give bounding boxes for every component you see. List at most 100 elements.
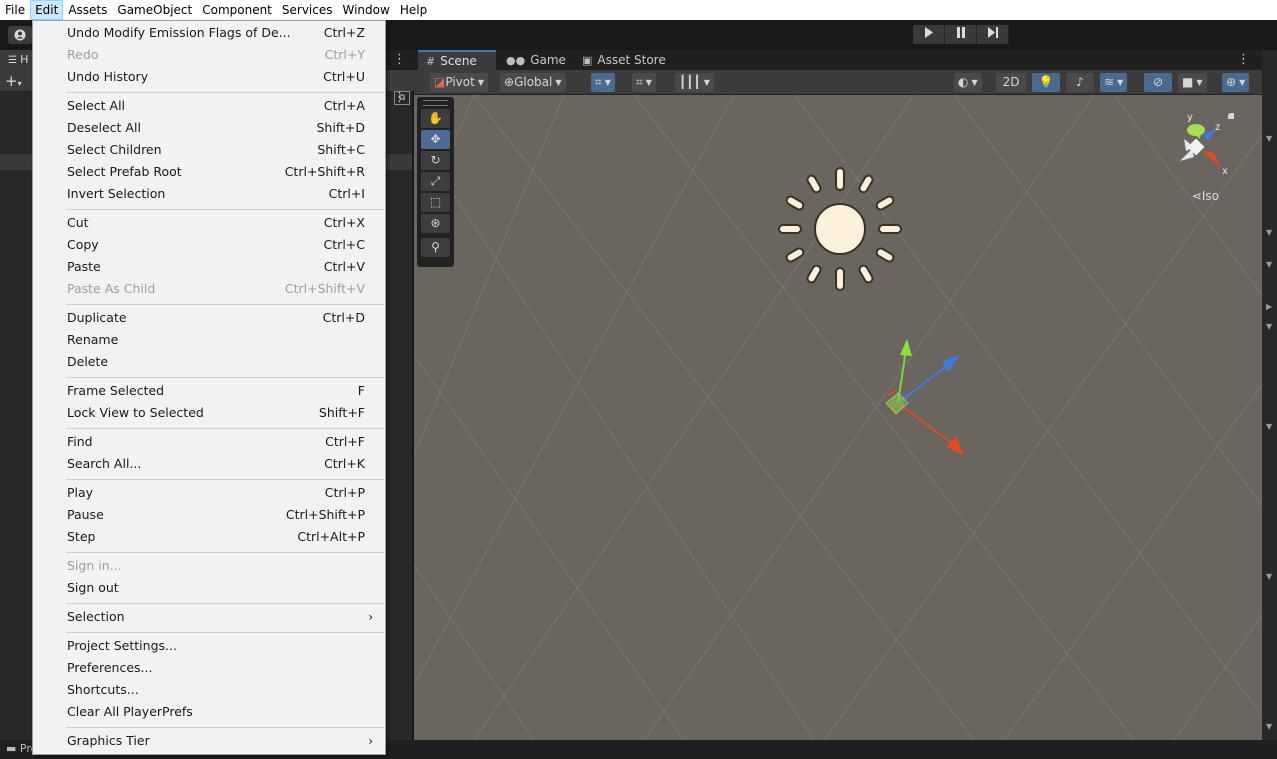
menu-item-shortcut: Ctrl+P <box>324 485 365 500</box>
add-icon[interactable]: +▾ <box>5 72 22 90</box>
menu-item-label: Lock View to Selected <box>67 405 204 420</box>
iso-icon: ⋖ <box>1191 189 1202 203</box>
expand-arrow-icon[interactable]: ▼ <box>1266 228 1272 237</box>
menu-item-sign-out[interactable]: Sign out <box>33 577 385 599</box>
scene-options-icon[interactable]: ⋮ <box>393 90 406 105</box>
menu-item-step[interactable]: Step Ctrl+Alt+P <box>33 526 385 548</box>
shopping-bag-icon: ▣ <box>582 54 593 67</box>
menu-item-delete[interactable]: Delete <box>33 351 385 373</box>
grid-snap-button[interactable]: ⌗ ▼ <box>591 73 615 92</box>
pivot-dropdown[interactable]: ◪Pivot ▼ <box>430 73 488 92</box>
grid-visibility-button[interactable]: ┃┃┃ ▼ <box>675 73 714 92</box>
menu-item-shortcuts[interactable]: Shortcuts... <box>33 679 385 701</box>
expand-arrow-icon[interactable]: ▼ <box>1266 722 1272 731</box>
more-options-icon[interactable]: ⋮ <box>1237 52 1250 67</box>
menu-separator <box>66 304 384 305</box>
tab-game[interactable]: ●● Game <box>498 50 574 71</box>
menu-item-project-settings[interactable]: Project Settings... <box>33 635 385 657</box>
expand-arrow-icon[interactable]: ▼ <box>1266 134 1272 143</box>
audio-toggle[interactable]: ♪ <box>1066 73 1094 92</box>
menu-item-undo-modify-emission-flags-of-de[interactable]: Undo Modify Emission Flags of De... Ctrl+… <box>33 22 385 44</box>
menu-item-invert-selection[interactable]: Invert Selection Ctrl+I <box>33 183 385 205</box>
menu-window[interactable]: Window <box>338 0 395 20</box>
menu-item-label: Copy <box>67 237 99 252</box>
snap-increment-button[interactable]: ⌗ ▼ <box>632 73 656 92</box>
snap-icon: ⌗ <box>636 75 643 89</box>
menu-file[interactable]: File <box>0 0 30 20</box>
mode-2d-toggle[interactable]: 2D <box>996 73 1026 92</box>
global-dropdown[interactable]: ⊕Global ▼ <box>500 73 566 92</box>
expand-arrow-icon[interactable]: ▶ <box>1266 302 1272 311</box>
menu-item-selection[interactable]: Selection › <box>33 606 385 628</box>
menu-assets[interactable]: Assets <box>63 0 112 20</box>
menu-item-label: Undo History <box>67 69 149 84</box>
gizmos-dropdown[interactable]: ⊕ ▼ <box>1222 73 1250 92</box>
move-tool-icon[interactable]: ✥ <box>421 130 450 149</box>
menu-item-paste[interactable]: Paste Ctrl+V <box>33 256 385 278</box>
step-icon[interactable] <box>977 25 1009 44</box>
expand-arrow-icon[interactable]: ▼ <box>1266 260 1272 269</box>
menu-item-search-all[interactable]: Search All... Ctrl+K <box>33 453 385 475</box>
menu-item-frame-selected[interactable]: Frame Selected F <box>33 380 385 402</box>
menu-item-select-all[interactable]: Select All Ctrl+A <box>33 95 385 117</box>
tab-asset-store[interactable]: ▣ Asset Store <box>574 50 684 71</box>
playmode-controls <box>913 25 1009 44</box>
pause-icon[interactable] <box>945 25 977 44</box>
menu-item-label: Selection <box>67 609 125 624</box>
menu-item-select-children[interactable]: Select Children Shift+C <box>33 139 385 161</box>
menu-item-graphics-tier[interactable]: Graphics Tier › <box>33 730 385 752</box>
menu-item-label: Find <box>67 434 93 449</box>
effects-dropdown[interactable]: ≋ ▼ <box>1100 73 1128 92</box>
menu-item-lock-view-to-selected[interactable]: Lock View to Selected Shift+F <box>33 402 385 424</box>
shading-mode-dropdown[interactable]: ◐ ▼ <box>954 73 982 92</box>
account-icon[interactable] <box>8 26 32 44</box>
scene-viewport[interactable]: ✋ ✥ ↻ ⤢ ⬚ ⊛ ⚲ y z x ⋖Iso <box>414 95 1262 740</box>
menu-item-clear-all-playerprefs[interactable]: Clear All PlayerPrefs <box>33 701 385 723</box>
menu-item-play[interactable]: Play Ctrl+P <box>33 482 385 504</box>
menu-item-copy[interactable]: Copy Ctrl+C <box>33 234 385 256</box>
expand-arrow-icon[interactable]: ▼ <box>1266 422 1272 431</box>
expand-arrow-icon[interactable]: ▼ <box>1266 322 1272 331</box>
menu-item-select-prefab-root[interactable]: Select Prefab Root Ctrl+Shift+R <box>33 161 385 183</box>
menu-item-label: Graphics Tier <box>67 733 150 748</box>
hand-tool-icon[interactable]: ✋ <box>421 109 450 128</box>
menu-item-cut[interactable]: Cut Ctrl+X <box>33 212 385 234</box>
visibility-toggle[interactable]: ⊘ <box>1144 73 1172 92</box>
menu-item-undo-history[interactable]: Undo History Ctrl+U <box>33 66 385 88</box>
scene-tab-row: # Scene ●● Game ▣ Asset Store ⋮ <box>414 50 1262 71</box>
camera-dropdown[interactable]: ■ ▼ <box>1178 73 1207 92</box>
tab-scene[interactable]: # Scene <box>418 50 496 71</box>
rotate-tool-icon[interactable]: ↻ <box>421 151 450 170</box>
projection-toggle[interactable]: ⋖Iso <box>1192 189 1219 203</box>
more-options-icon[interactable]: ⋮ <box>393 52 406 67</box>
expand-arrow-icon[interactable]: ▼ <box>1266 572 1272 581</box>
menu-item-label: Select All <box>67 98 126 113</box>
transform-tool-icon[interactable]: ⊛ <box>421 214 450 233</box>
menu-gameobject[interactable]: GameObject <box>112 0 197 20</box>
menu-item-rename[interactable]: Rename <box>33 329 385 351</box>
custom-tool-icon[interactable]: ⚲ <box>421 238 450 257</box>
menu-item-find[interactable]: Find Ctrl+F <box>33 431 385 453</box>
toolstrip-handle[interactable] <box>423 100 448 106</box>
menu-item-duplicate[interactable]: Duplicate Ctrl+D <box>33 307 385 329</box>
list-icon: ☰ <box>8 55 21 66</box>
menu-separator <box>66 479 384 480</box>
menu-item-shortcut: Shift+D <box>316 120 365 135</box>
menu-item-label: Paste <box>67 259 101 274</box>
menu-item-pause[interactable]: Pause Ctrl+Shift+P <box>33 504 385 526</box>
menu-help[interactable]: Help <box>395 0 432 20</box>
scale-tool-icon[interactable]: ⤢ <box>421 172 450 191</box>
move-gizmo[interactable] <box>876 335 976 465</box>
menu-item-deselect-all[interactable]: Deselect All Shift+D <box>33 117 385 139</box>
menu-services[interactable]: Services <box>277 0 338 20</box>
directional-light-icon[interactable] <box>778 167 902 291</box>
lighting-toggle[interactable]: 💡 <box>1032 73 1060 92</box>
menu-component[interactable]: Component <box>197 0 277 20</box>
menu-item-label: Clear All PlayerPrefs <box>67 704 193 719</box>
rect-tool-icon[interactable]: ⬚ <box>421 193 450 212</box>
menu-item-preferences[interactable]: Preferences... <box>33 657 385 679</box>
menu-item-label: Select Prefab Root <box>67 164 182 179</box>
menu-edit[interactable]: Edit <box>30 0 64 20</box>
play-icon[interactable] <box>913 25 945 44</box>
chevron-right-icon: › <box>368 734 373 748</box>
